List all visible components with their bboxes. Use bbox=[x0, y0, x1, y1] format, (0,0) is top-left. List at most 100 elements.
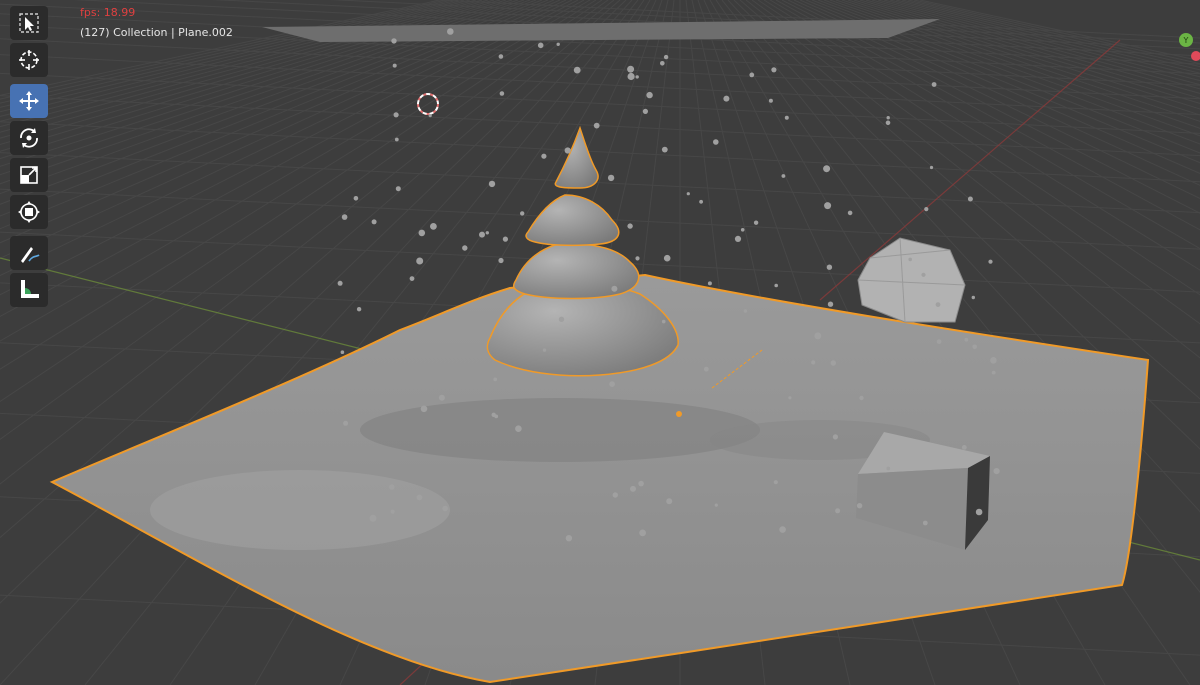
snow-particle bbox=[734, 235, 742, 242]
snow-particle bbox=[856, 503, 863, 509]
terrain-highlight bbox=[150, 470, 450, 550]
viewport-text-info: fps: 18.99 (127) Collection | Plane.002 bbox=[80, 6, 233, 40]
snow-particle bbox=[686, 192, 690, 196]
snow-particle bbox=[627, 65, 635, 73]
snow-particle bbox=[646, 91, 653, 99]
snow-particle bbox=[936, 339, 942, 344]
annotate-tool[interactable] bbox=[10, 236, 48, 270]
x-axis-gizmo[interactable] bbox=[1191, 51, 1200, 61]
snow-particle bbox=[922, 520, 928, 526]
snow-particle bbox=[935, 302, 941, 307]
snow-particle bbox=[442, 505, 448, 512]
snow-particle bbox=[723, 95, 730, 102]
snow-particle bbox=[609, 381, 615, 387]
snow-particle bbox=[416, 494, 423, 501]
snow-particle bbox=[753, 220, 759, 225]
rotate-tool[interactable] bbox=[10, 121, 48, 155]
snow-particle bbox=[666, 498, 673, 505]
snow-particle bbox=[502, 236, 508, 242]
snow-particle bbox=[556, 42, 560, 46]
object-origin[interactable] bbox=[676, 411, 682, 417]
snow-particle bbox=[971, 295, 975, 300]
snow-particle bbox=[779, 526, 786, 533]
cursor-tool[interactable] bbox=[10, 43, 48, 77]
snow-particle bbox=[430, 223, 437, 230]
snow-particle bbox=[908, 257, 912, 262]
snow-particle bbox=[420, 405, 428, 413]
snow-particle bbox=[488, 180, 496, 188]
snow-particle bbox=[975, 508, 983, 516]
snow-particle bbox=[847, 210, 853, 216]
snow-particle bbox=[418, 229, 426, 237]
snow-particle bbox=[573, 66, 581, 74]
snow-particle bbox=[395, 186, 401, 192]
fps-counter: fps: 18.99 bbox=[80, 6, 136, 19]
move-tool[interactable] bbox=[10, 84, 48, 118]
snow-particle bbox=[369, 514, 377, 522]
select-arrow-icon bbox=[19, 13, 39, 33]
snow-particle bbox=[493, 377, 498, 382]
snow-particle bbox=[520, 211, 525, 216]
snow-particle bbox=[663, 54, 669, 60]
snow-particle bbox=[990, 357, 997, 364]
snow-particle bbox=[929, 165, 934, 170]
move-arrows-icon bbox=[19, 91, 39, 111]
transform-icon bbox=[18, 201, 40, 223]
icosphere[interactable] bbox=[857, 237, 966, 323]
active-object-context: (127) Collection | Plane.002 bbox=[80, 26, 233, 39]
snow-particle bbox=[537, 42, 544, 49]
snow-particle bbox=[341, 214, 348, 220]
snow-particle bbox=[699, 199, 703, 204]
snow-particle bbox=[663, 254, 671, 262]
snow-particle bbox=[389, 484, 395, 490]
snow-particle bbox=[859, 395, 864, 401]
snow-particle bbox=[593, 122, 600, 129]
snow-particle bbox=[713, 139, 719, 145]
snow-particle bbox=[642, 108, 649, 114]
snow-particle bbox=[972, 344, 977, 350]
scale-tool[interactable] bbox=[10, 158, 48, 192]
snow-particle bbox=[660, 61, 665, 66]
3d-viewport[interactable]: fps: 18.99 (127) Collection | Plane.002 … bbox=[0, 0, 1200, 685]
snow-particle bbox=[714, 503, 718, 507]
snow-particle bbox=[811, 360, 816, 365]
snow-particle bbox=[340, 350, 345, 355]
transform-tool[interactable] bbox=[10, 195, 48, 229]
terrain-shadow bbox=[360, 398, 760, 462]
snow-particle bbox=[438, 394, 445, 401]
snow-particle bbox=[967, 196, 973, 202]
snow-particle bbox=[393, 112, 399, 118]
tool-shelf bbox=[10, 6, 52, 310]
scene-render[interactable] bbox=[0, 0, 1200, 685]
snow-particle bbox=[826, 264, 833, 270]
snow-particle bbox=[886, 466, 891, 471]
snow-particle bbox=[541, 153, 547, 159]
snow-particle bbox=[835, 508, 841, 514]
snow-particle bbox=[611, 285, 618, 292]
snow-particle bbox=[479, 231, 485, 238]
navigation-gizmo[interactable]: Y bbox=[1172, 30, 1200, 70]
snow-particle bbox=[707, 281, 712, 286]
y-axis-label: Y bbox=[1183, 36, 1189, 45]
snow-particle bbox=[824, 202, 832, 210]
snow-particle bbox=[788, 396, 792, 400]
select-box-tool[interactable] bbox=[10, 6, 48, 40]
snow-particle bbox=[499, 91, 505, 96]
snow-particle bbox=[885, 120, 891, 126]
snow-particle bbox=[515, 425, 522, 433]
snow-particle bbox=[630, 485, 636, 492]
snow-particle bbox=[462, 245, 468, 251]
snow-particle bbox=[886, 116, 890, 120]
y-axis-line bbox=[819, 39, 1121, 301]
snow-particle bbox=[558, 316, 565, 322]
christmas-tree-selected[interactable] bbox=[486, 125, 679, 377]
measure-tool[interactable] bbox=[10, 273, 48, 307]
snow-particle bbox=[830, 360, 836, 366]
snow-particle bbox=[371, 219, 377, 225]
snow-particle bbox=[773, 480, 778, 485]
snow-particle bbox=[337, 280, 343, 286]
snow-particle bbox=[768, 98, 773, 103]
snow-particle bbox=[542, 348, 547, 352]
snow-particle bbox=[635, 75, 639, 79]
snow-particle bbox=[353, 196, 359, 201]
